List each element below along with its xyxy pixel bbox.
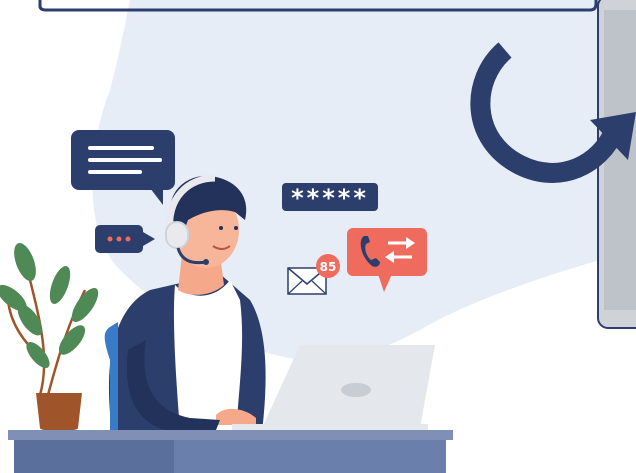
potted-plant <box>0 242 99 431</box>
notification-count: 85 <box>320 260 337 274</box>
notification-badge: 85 <box>316 254 340 278</box>
support-illustration: ***** 85 <box>0 0 636 473</box>
password-field-icon: ***** <box>282 183 378 212</box>
desk <box>8 430 453 473</box>
password-mask: ***** <box>291 184 369 212</box>
background-screen-panel <box>597 0 636 329</box>
